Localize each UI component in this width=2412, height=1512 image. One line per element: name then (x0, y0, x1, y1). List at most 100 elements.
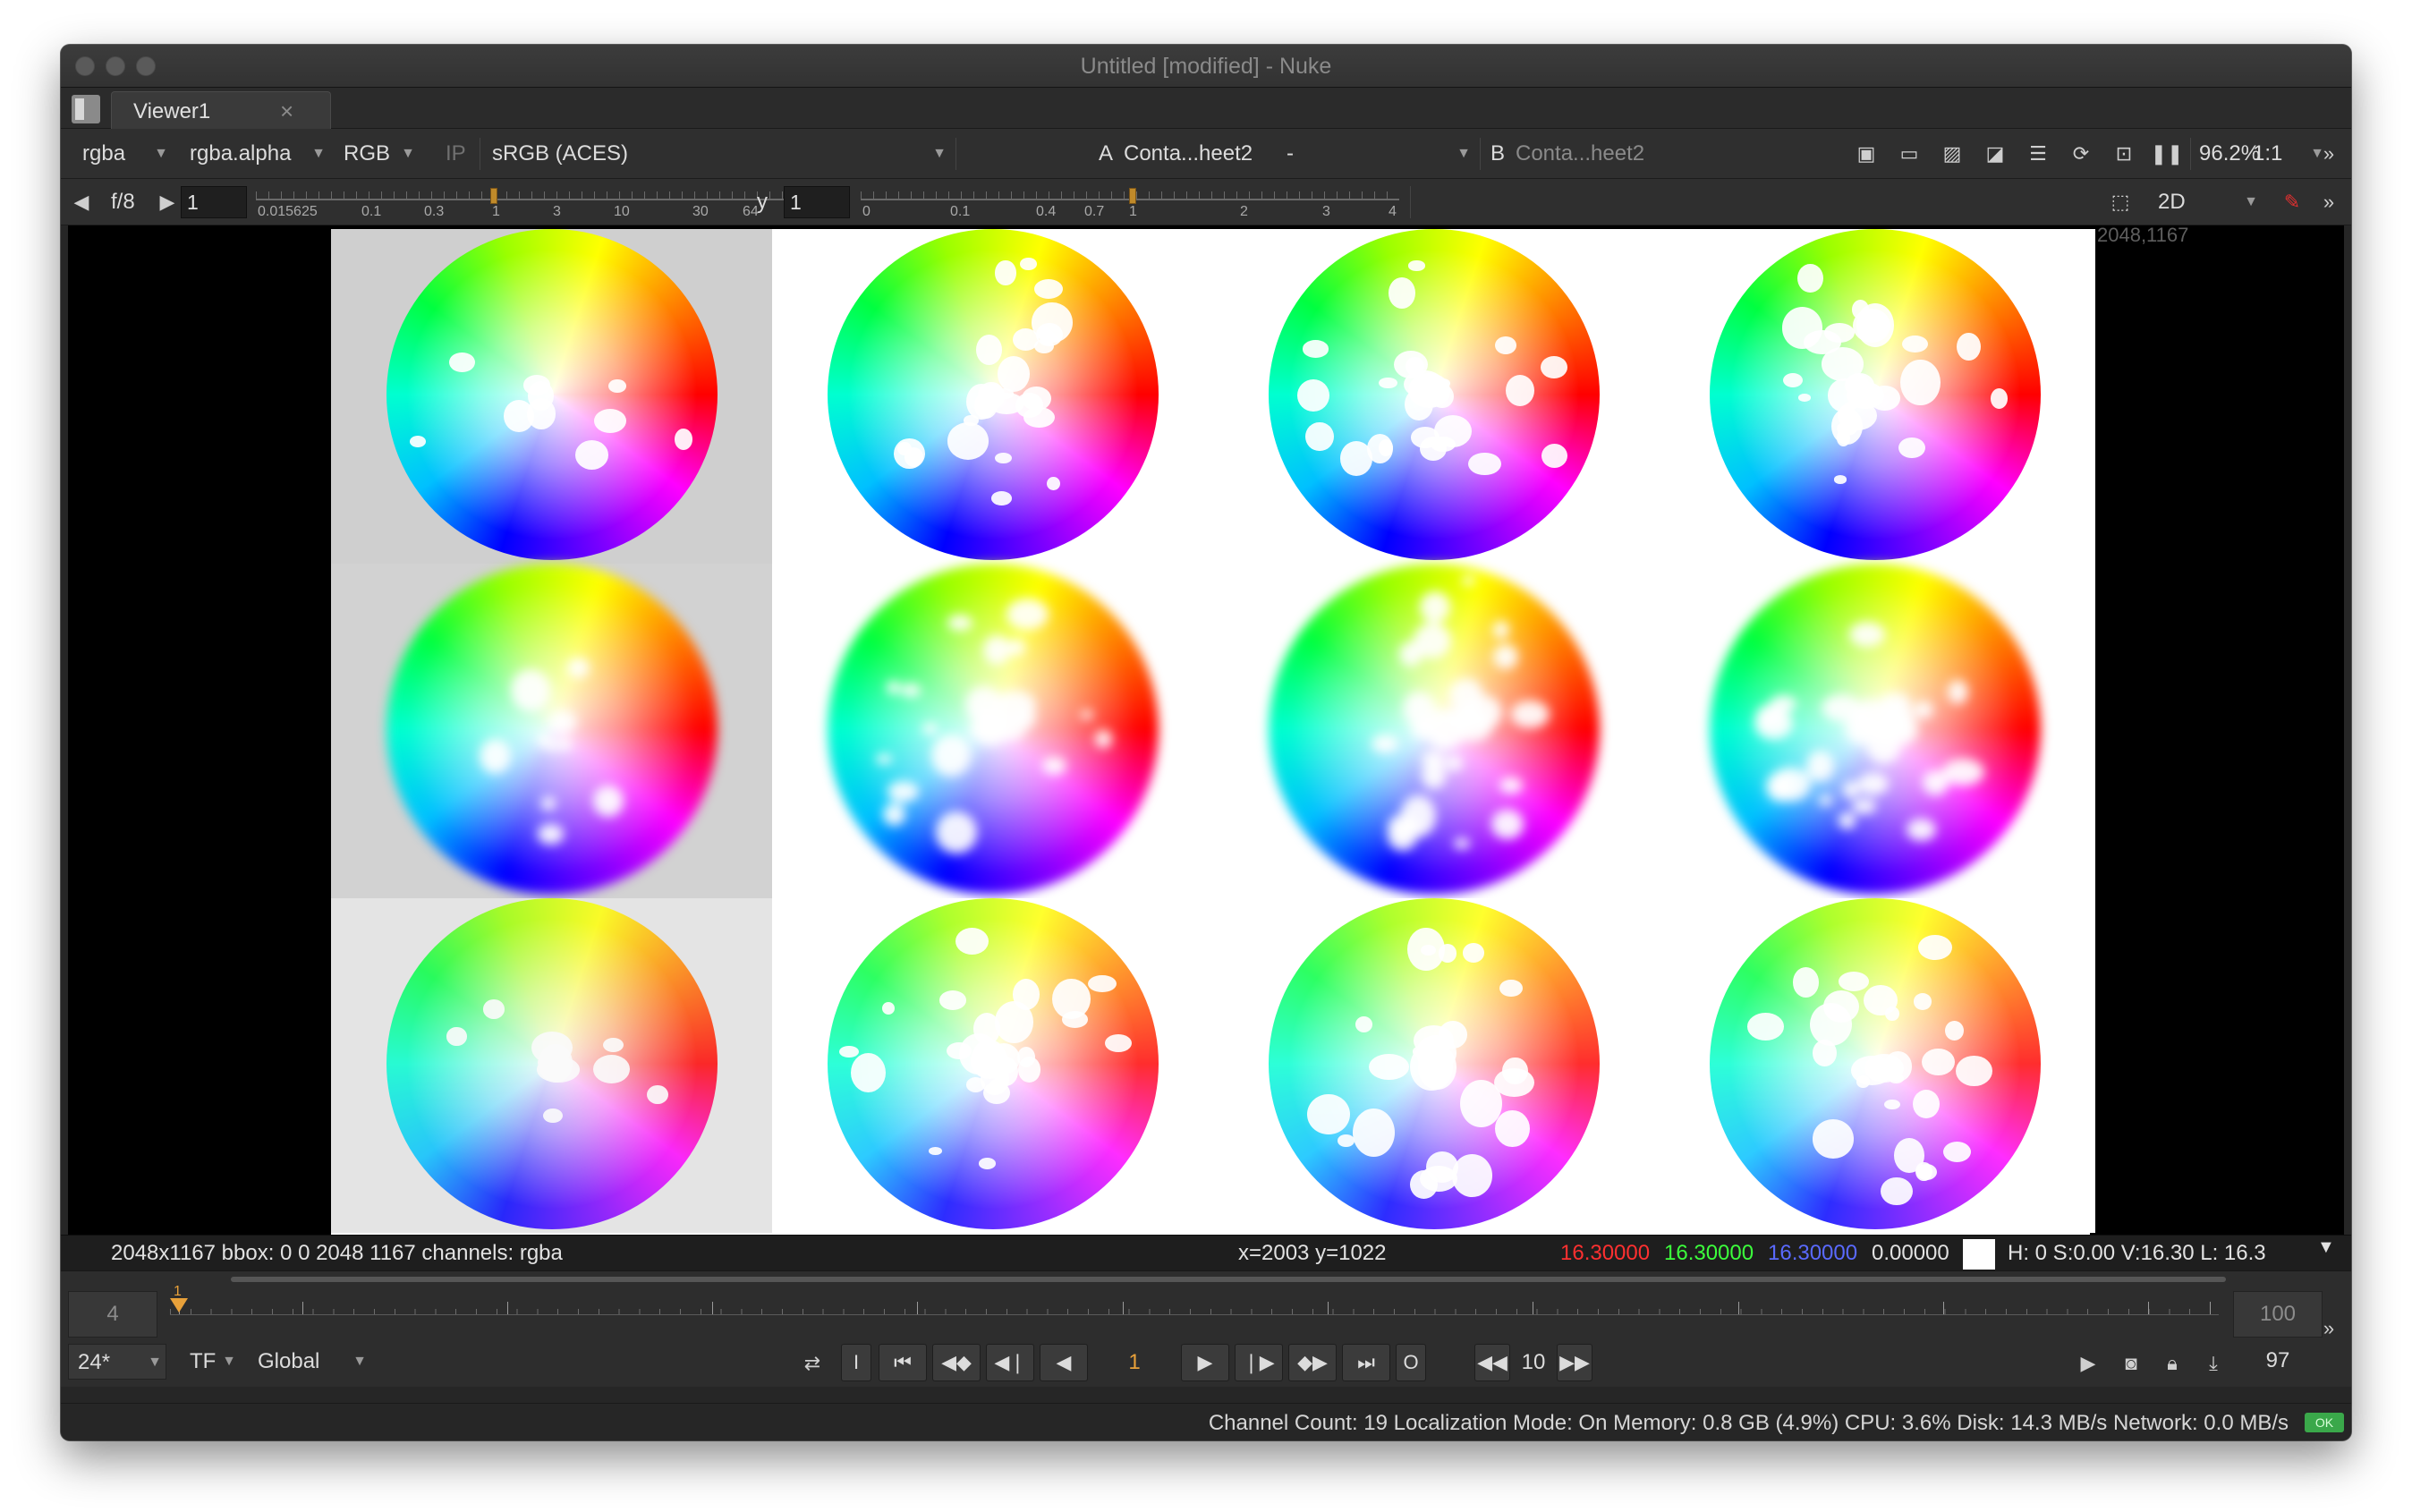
nuke-window: Untitled [modified] - Nuke Viewer1 × rgb… (61, 45, 2351, 1440)
zebra-stripes-icon[interactable]: ▨ (1934, 136, 1970, 172)
highlight-speck (901, 684, 921, 697)
highlight-speck (1746, 1013, 1784, 1041)
lock-icon[interactable]: 🔒︎ (2154, 1346, 2190, 1381)
green-value: 16.30000 (1664, 1241, 1754, 1265)
expand-toolbar-icon[interactable]: » (2315, 136, 2342, 172)
color-wheel-thumbnail (1709, 564, 2041, 895)
gamma-slider[interactable]: 0 0.1 0.4 0.7 1 2 3 4 (861, 183, 1399, 219)
playback-mode-icon[interactable]: ⇄ (794, 1346, 830, 1381)
gain-slider[interactable]: 0.015625 0.1 0.3 1 3 10 30 64 (256, 183, 798, 219)
refresh-icon[interactable]: ⟳ (2063, 136, 2099, 172)
fstop-down-icon[interactable]: ◀ (68, 184, 95, 220)
highlight-speck (1410, 426, 1440, 448)
viewer-canvas[interactable]: 2048,1167 (68, 225, 2344, 1235)
fstop-up-icon[interactable]: ▶ (154, 184, 181, 220)
highlight-speck (1848, 622, 1886, 647)
first-frame-icon[interactable]: ⏮ (879, 1344, 927, 1381)
highlight-speck (1499, 777, 1523, 794)
capture-icon[interactable]: ◙ (2113, 1346, 2149, 1381)
highlight-speck (1369, 1054, 1409, 1080)
timeline-playhead[interactable] (170, 1298, 188, 1312)
separator (955, 138, 956, 170)
color-wheel-thumbnail (1268, 898, 1600, 1229)
timeline-scrollbar[interactable] (231, 1277, 2226, 1282)
next-keyframe-icon[interactable]: ◆▶ (1288, 1344, 1337, 1381)
highlight-speck (1824, 323, 1856, 344)
overlay-icon[interactable]: ☰ (2020, 136, 2056, 172)
previous-keyframe-icon[interactable]: ◀◆ (932, 1344, 981, 1381)
channels-dropdown[interactable]: rgba ▼ (73, 136, 172, 172)
set-in-point-button[interactable]: I (841, 1344, 871, 1381)
in-frame-field[interactable]: 4 (68, 1291, 157, 1338)
status-bar: Channel Count: 19 Localization Mode: On … (61, 1403, 2351, 1440)
wipe-icon[interactable]: ◪ (1977, 136, 2013, 172)
end-value-field[interactable]: 97 (2233, 1340, 2323, 1383)
input-a-dropdown[interactable]: Conta...heet2 (1115, 136, 1267, 172)
roi-icon[interactable]: ▣ (1848, 136, 1884, 172)
highlight-speck (1955, 1055, 1992, 1087)
tab-viewer1[interactable]: Viewer1 × (111, 91, 331, 129)
highlight-speck (1900, 359, 1941, 406)
expand-toolbar-icon[interactable]: » (2315, 184, 2342, 220)
title-bar: Untitled [modified] - Nuke (61, 45, 2351, 88)
tick-label: 0.4 (1036, 204, 1057, 219)
skip-frames-field[interactable]: 10 (1512, 1344, 1555, 1381)
skip-back-icon[interactable]: ◀◀ (1474, 1344, 1510, 1381)
out-frame-field[interactable]: 100 (2233, 1291, 2323, 1338)
gain-field[interactable]: 1 (181, 186, 247, 218)
tf-dropdown[interactable]: TF ▼ (181, 1344, 240, 1380)
pause-icon[interactable]: ❚❚ (2149, 136, 2185, 172)
view-mode-dropdown[interactable]: 2D ▼ (2149, 184, 2262, 220)
step-forward-icon[interactable]: ❘▶ (1235, 1344, 1283, 1381)
highlight-speck (1468, 452, 1501, 476)
highlight-speck (1898, 437, 1925, 458)
separator (1480, 138, 1481, 170)
playhead-label: 1 (174, 1284, 182, 1299)
close-icon[interactable]: × (280, 98, 293, 125)
range-dropdown[interactable]: Global ▼ (249, 1344, 370, 1380)
highlight-speck (1906, 818, 1937, 842)
alpha-channel-dropdown[interactable]: rgba.alpha ▼ (181, 136, 329, 172)
safe-area-icon[interactable]: ▭ (1891, 136, 1927, 172)
display-channels-dropdown[interactable]: RGB ▼ (335, 136, 419, 172)
highlight-speck (567, 658, 590, 678)
highlight-speck (1805, 750, 1834, 783)
export-icon[interactable]: ⤓ (2195, 1346, 2231, 1381)
region-select-icon[interactable]: ⬚ (2102, 184, 2138, 220)
viewer-toolbar-top: rgba ▼ rgba.alpha ▼ RGB ▼ IP sRGB (ACES) ▼ A… (61, 129, 2351, 179)
highlight-speck (1856, 302, 1895, 347)
highlight-speck (995, 452, 1013, 463)
last-frame-icon[interactable]: ⏭ (1342, 1344, 1390, 1381)
skip-forward-icon[interactable]: ▶▶ (1557, 1344, 1592, 1381)
info-menu-icon[interactable]: ▼ (2317, 1237, 2335, 1258)
contact-sheet-cell (1654, 564, 2095, 898)
paint-icon[interactable]: ✎ (2276, 184, 2308, 220)
highlight-speck (1880, 1176, 1913, 1206)
timeline-major-tick (712, 1302, 714, 1314)
highlight-speck (1884, 1006, 1900, 1022)
gamma-field[interactable]: 1 (784, 186, 850, 218)
highlight-speck (993, 690, 1036, 720)
contact-sheet-cell (331, 564, 772, 898)
highlight-speck (1006, 598, 1049, 630)
fps-dropdown[interactable]: 24* ▼ (68, 1344, 166, 1380)
ip-toggle[interactable]: IP (446, 136, 466, 172)
input-a-value: Conta...heet2 (1124, 141, 1253, 166)
play-backward-icon[interactable]: ◀ (1040, 1344, 1088, 1381)
gain-slider-thumb[interactable] (490, 188, 497, 204)
highlight-speck (1420, 590, 1450, 623)
display-channels-value: RGB (344, 141, 391, 166)
timeline-major-tick (1942, 1302, 1944, 1314)
step-back-icon[interactable]: ◀❘ (986, 1344, 1034, 1381)
compare-mode-dropdown[interactable]: - ▼ (1278, 136, 1474, 172)
timeline-ruler[interactable]: 41020304050607080901001031 (170, 1284, 2224, 1358)
input-b-dropdown[interactable]: Conta...heet2 (1507, 136, 1659, 172)
current-frame-field[interactable]: 1 (1091, 1344, 1177, 1381)
flipbook-icon[interactable]: ▶ (2070, 1346, 2106, 1381)
set-out-point-button[interactable]: O (1396, 1344, 1426, 1381)
colorspace-dropdown[interactable]: sRGB (ACES) ▼ (483, 136, 950, 172)
pane-menu-icon[interactable] (72, 95, 100, 123)
proxy-icon[interactable]: ⊡ (2106, 136, 2142, 172)
play-forward-icon[interactable]: ▶ (1181, 1344, 1229, 1381)
gamma-slider-thumb[interactable] (1129, 188, 1136, 204)
